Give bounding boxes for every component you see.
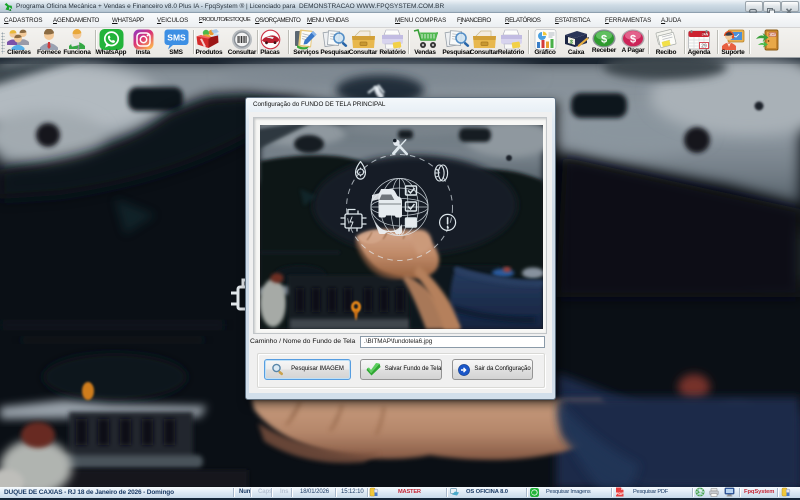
svg-text:$: $ xyxy=(601,34,607,46)
svg-text:$: $ xyxy=(630,34,636,46)
svg-text:PDF: PDF xyxy=(616,491,624,496)
svg-text:EXIT: EXIT xyxy=(769,33,776,37)
svg-text:JAN: JAN xyxy=(702,32,709,36)
svg-text:SMS: SMS xyxy=(167,33,186,43)
